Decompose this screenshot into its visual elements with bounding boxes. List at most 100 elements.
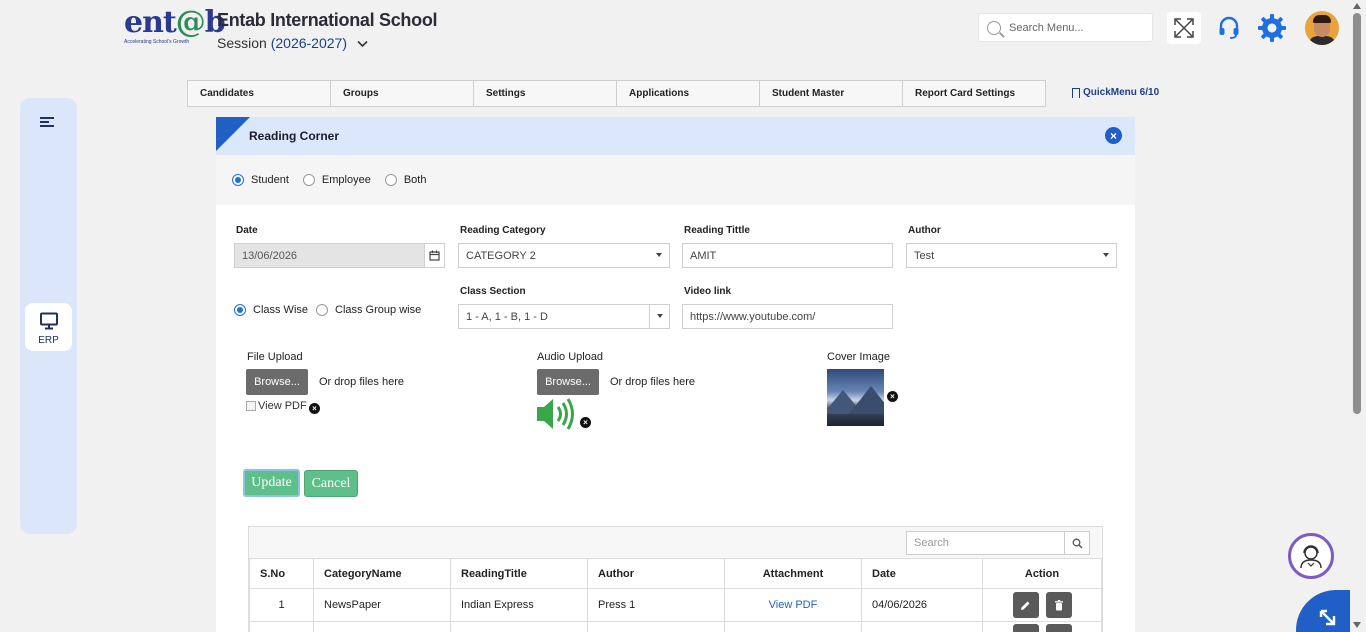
bookmark-icon — [1072, 87, 1080, 98]
calendar-icon[interactable] — [424, 244, 444, 267]
fullscreen-button[interactable] — [1167, 12, 1201, 44]
cell-category: NewsPaper — [313, 588, 451, 622]
view-pdf-link[interactable]: View PDF — [246, 400, 307, 412]
support-button[interactable] — [1212, 12, 1246, 44]
radio-employee[interactable]: Employee — [302, 174, 371, 186]
col-author[interactable]: Author — [587, 558, 725, 589]
session-selector[interactable]: Session (2026-2027) — [217, 35, 368, 51]
tab-student-master[interactable]: Student Master — [760, 81, 903, 106]
radio-label: Class Group wise — [335, 304, 422, 316]
cover-image-thumbnail[interactable] — [827, 369, 884, 426]
radio-label: Student — [251, 174, 289, 186]
reading-category-select[interactable]: CATEGORY 2 — [458, 243, 670, 268]
page-scrollbar[interactable] — [1350, 0, 1366, 632]
entab-logo[interactable]: ent@b Accelerating School's Growth — [124, 5, 226, 50]
cell-attachment-link[interactable]: View PDF — [724, 588, 862, 622]
grid-search-input[interactable] — [907, 532, 1064, 554]
update-button[interactable]: Update — [243, 469, 300, 497]
radio-class-wise[interactable]: Class Wise — [234, 304, 308, 316]
headset-icon — [1219, 16, 1239, 39]
radio-indicator — [302, 174, 315, 186]
author-select[interactable]: Test — [906, 243, 1117, 268]
helpdesk-button[interactable] — [1288, 533, 1334, 579]
file-browse-button[interactable]: Browse... — [246, 369, 308, 395]
avatar[interactable] — [1305, 11, 1339, 45]
cancel-button[interactable]: Cancel — [304, 470, 358, 497]
audio-drop-zone[interactable]: Or drop files here — [610, 376, 695, 388]
cell-title — [450, 621, 588, 632]
radio-class-group-wise[interactable]: Class Group wise — [316, 304, 421, 316]
module-tabs: Candidates Groups Settings Applications … — [187, 80, 1046, 107]
reading-category-value: CATEGORY 2 — [466, 249, 536, 262]
radio-both[interactable]: Both — [384, 174, 426, 186]
settings-button[interactable] — [1255, 12, 1289, 44]
remove-file-icon[interactable]: × — [309, 403, 320, 414]
col-reading-title[interactable]: ReadingTitle — [450, 558, 588, 589]
search-icon[interactable] — [1064, 532, 1089, 554]
hamburger-menu-icon[interactable] — [40, 117, 54, 129]
session-value: (2026-2027) — [270, 35, 347, 51]
radio-indicator — [234, 304, 246, 316]
radio-indicator — [316, 304, 328, 316]
radio-label: Class Wise — [253, 304, 309, 316]
caret-down-icon — [657, 314, 663, 318]
class-section-select[interactable]: 1 - A, 1 - B, 1 - D — [458, 304, 670, 329]
video-link-value: https://www.youtube.com/ — [690, 310, 816, 323]
audio-speaker-icon[interactable] — [536, 396, 580, 435]
search-menu-input[interactable] — [1009, 21, 1149, 34]
reading-title-label: Reading Tittle — [684, 225, 750, 236]
audio-browse-button[interactable]: Browse... — [537, 369, 599, 395]
scroll-up-arrow-icon[interactable] — [1353, 3, 1361, 9]
sidebar-item-erp[interactable]: ERP — [25, 303, 72, 351]
cell-attachment-link[interactable] — [724, 621, 862, 632]
file-drop-zone[interactable]: Or drop files here — [319, 376, 404, 388]
tab-groups[interactable]: Groups — [331, 81, 474, 106]
video-link-input[interactable]: https://www.youtube.com/ — [682, 304, 893, 329]
search-menu[interactable] — [978, 13, 1153, 42]
delete-button[interactable] — [1045, 592, 1072, 618]
col-date[interactable]: Date — [861, 558, 983, 589]
tab-settings[interactable]: Settings — [474, 81, 617, 106]
audio-upload-label: Audio Upload — [537, 351, 604, 363]
remove-audio-icon[interactable]: × — [580, 417, 591, 428]
cell-sno: 1 — [249, 588, 314, 622]
panel-corner-accent — [216, 117, 250, 151]
scroll-down-arrow-icon[interactable] — [1353, 622, 1361, 628]
trash-icon — [1054, 599, 1063, 610]
expand-icon — [1174, 18, 1194, 38]
scrollbar-thumb[interactable] — [1353, 13, 1361, 414]
date-field[interactable]: 13/06/2026 — [234, 243, 445, 268]
col-sno[interactable]: S.No — [249, 558, 314, 589]
tab-report-card-settings[interactable]: Report Card Settings — [903, 81, 1045, 106]
quickmenu-link[interactable]: QuickMenu 6/10 — [1072, 87, 1159, 98]
date-value: 13/06/2026 — [242, 249, 298, 262]
audience-radio-group: Student Employee Both — [216, 155, 1135, 205]
edit-button[interactable] — [1012, 623, 1039, 632]
tab-applications[interactable]: Applications — [617, 81, 760, 106]
cell-category — [313, 621, 451, 632]
remove-cover-icon[interactable]: × — [887, 391, 898, 402]
pencil-icon — [1021, 601, 1030, 610]
caret-down-icon — [1103, 253, 1109, 257]
cell-date — [861, 621, 983, 632]
logo-word: ent@b — [124, 5, 226, 40]
cell-author — [587, 621, 725, 632]
close-icon[interactable]: × — [1105, 127, 1122, 144]
tab-candidates[interactable]: Candidates — [188, 81, 331, 106]
reading-title-input[interactable]: AMIT — [682, 243, 893, 268]
edit-button[interactable] — [1012, 592, 1039, 618]
panel-title: Reading Corner — [249, 129, 340, 143]
grid-search[interactable] — [906, 531, 1090, 555]
sidebar-item-label: ERP — [38, 335, 59, 346]
col-category-name[interactable]: CategoryName — [313, 558, 451, 589]
panel-header: Reading Corner × — [216, 117, 1135, 155]
col-attachment[interactable]: Attachment — [724, 558, 862, 589]
reading-table: S.No CategoryName ReadingTitle Author At… — [249, 558, 1102, 632]
radio-indicator — [232, 174, 244, 186]
radio-student[interactable]: Student — [232, 174, 289, 186]
video-link-label: Video link — [684, 286, 732, 297]
mountain-shape — [849, 386, 884, 414]
cell-sno — [249, 621, 314, 632]
delete-button[interactable] — [1045, 623, 1072, 632]
class-section-value: 1 - A, 1 - B, 1 - D — [466, 310, 548, 323]
